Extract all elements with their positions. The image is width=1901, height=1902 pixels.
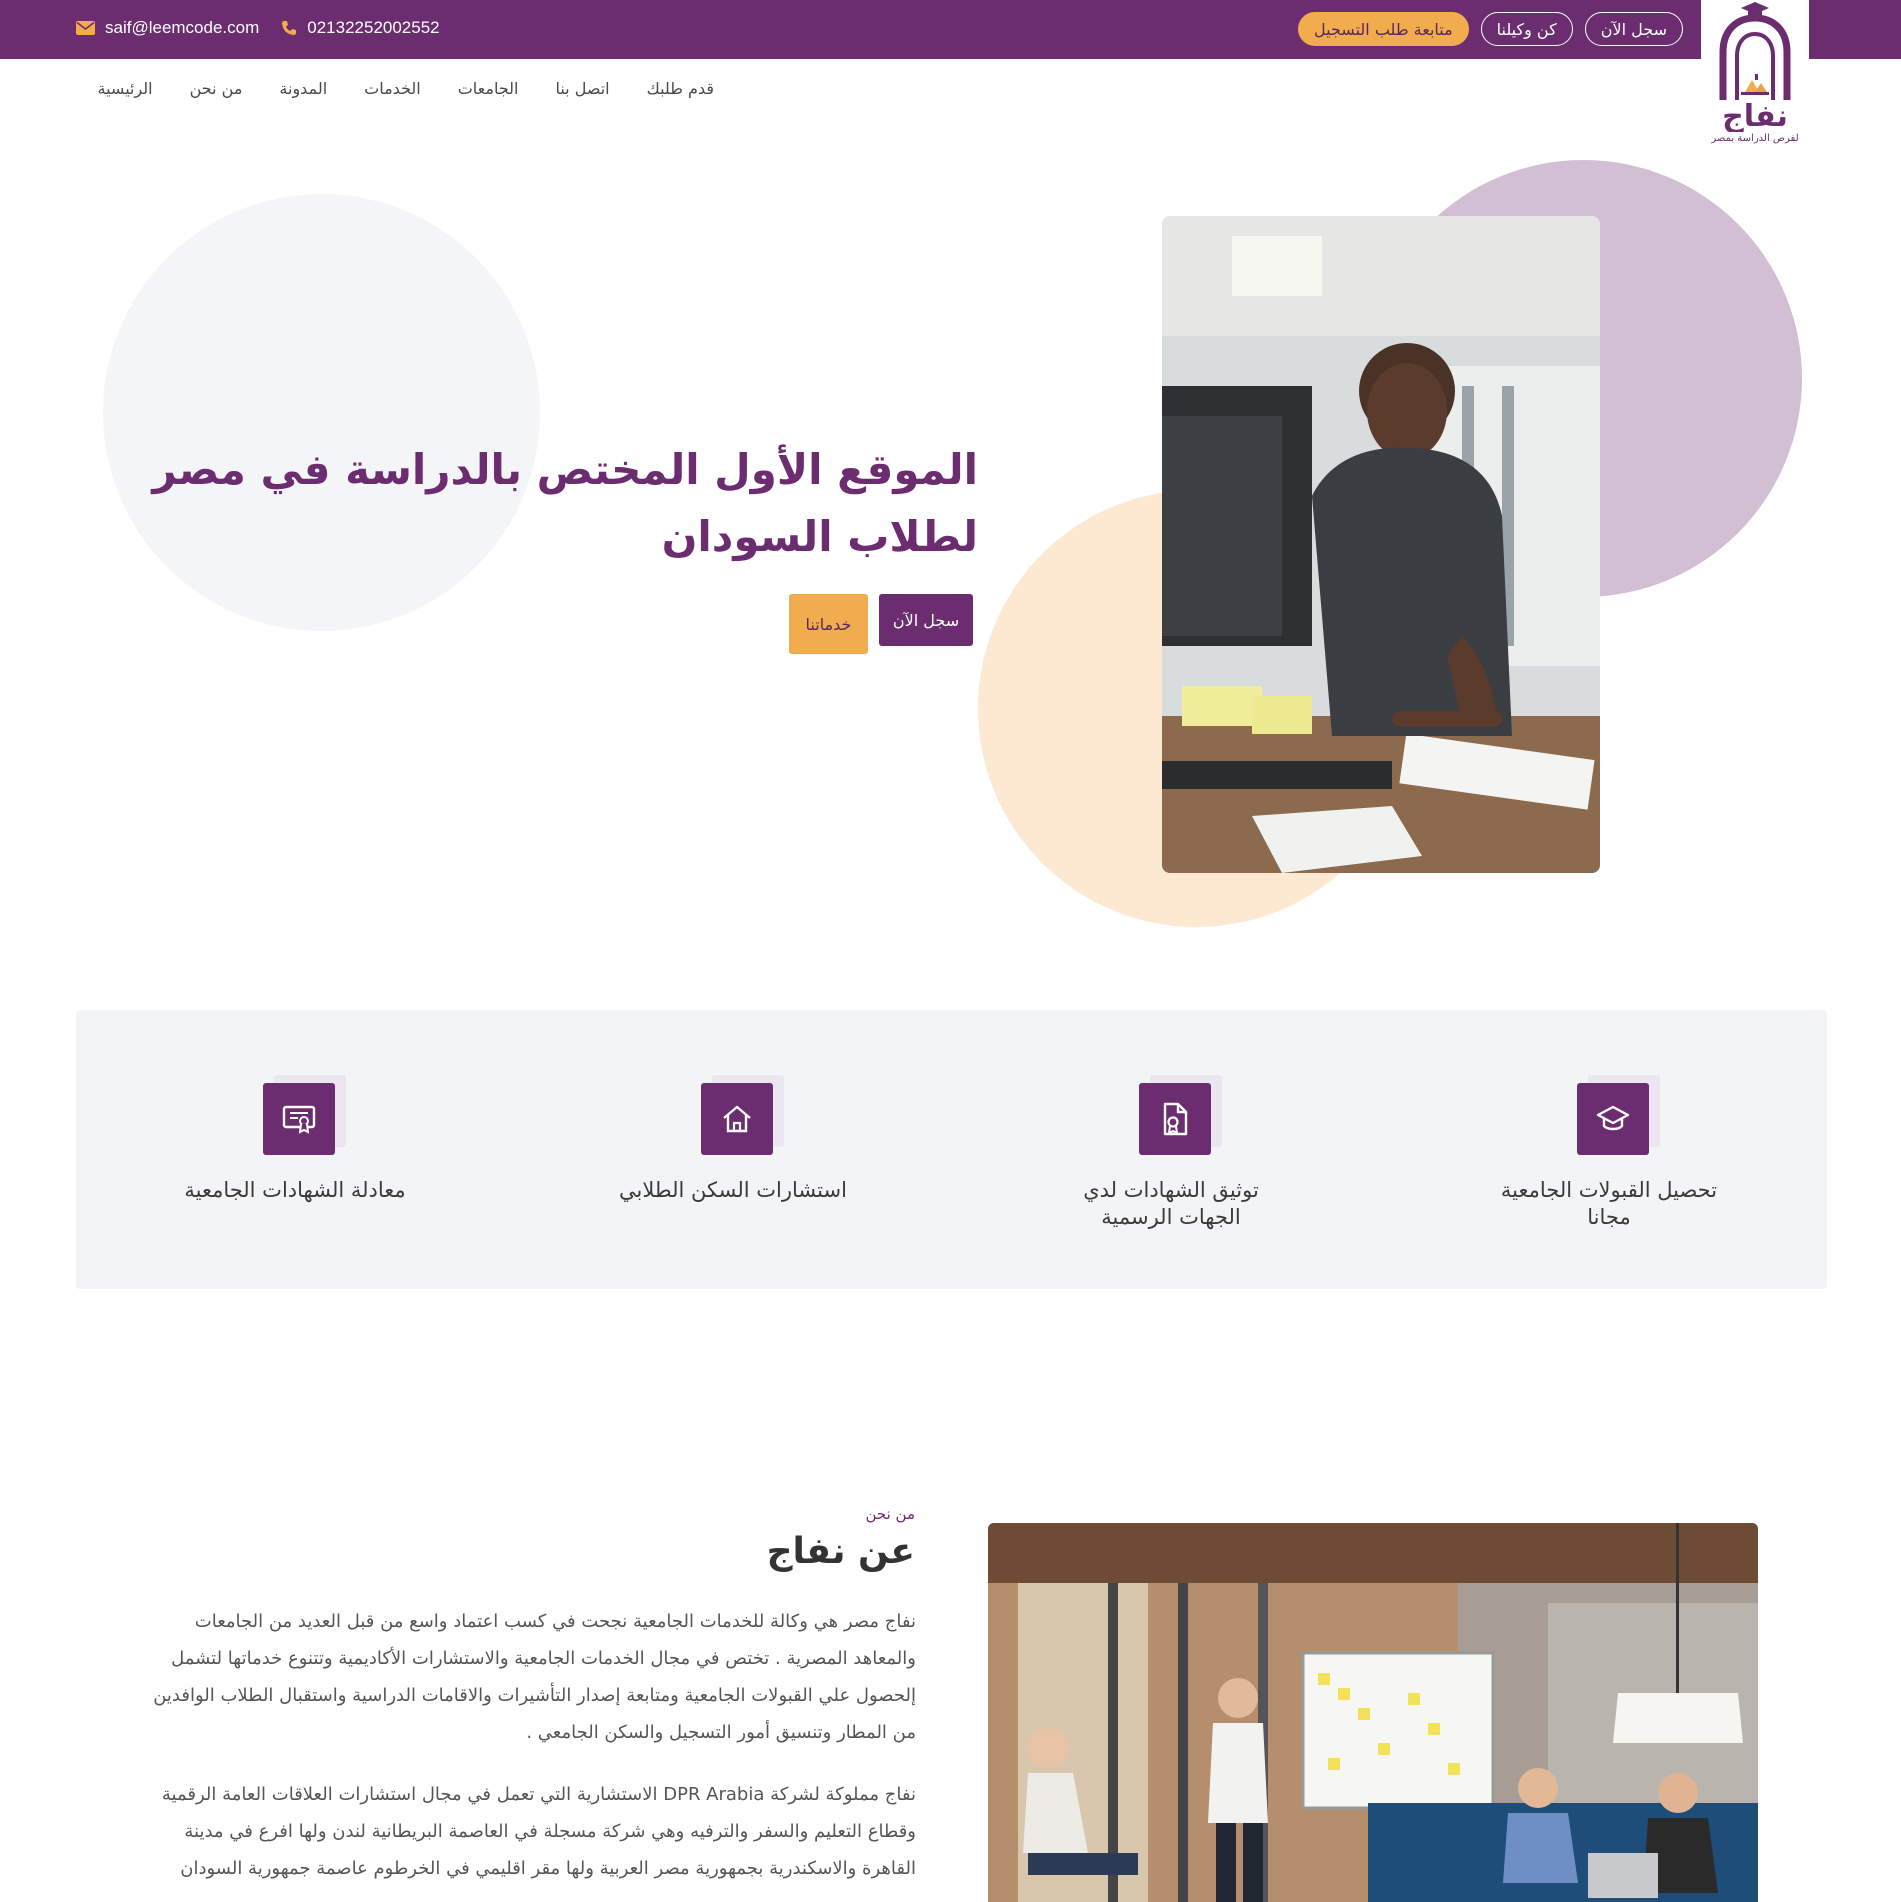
envelope-icon xyxy=(76,21,95,35)
hero-services-button[interactable]: خدماتنا xyxy=(789,594,868,654)
logo-tagline: لفرص الدراسة بمصر xyxy=(1711,133,1799,144)
become-agent-button[interactable]: كن وكيلنا xyxy=(1480,12,1573,46)
hero-title: الموقع الأول المختص بالدراسة في مصر لطلا… xyxy=(152,445,978,561)
services-section: تحصيل القبولات الجامعية مجانا توثيق الشه… xyxy=(76,1010,1827,1289)
service-title: معادلة الشهادات الجامعية xyxy=(184,1178,406,1202)
phone-contact[interactable]: 02132252002552 xyxy=(281,18,440,38)
about-paragraph: نفاج مصر هي وكالة للخدمات الجامعية نجحت … xyxy=(153,1611,916,1743)
track-application-button[interactable]: متابعة طلب التسجيل xyxy=(1298,12,1469,46)
document-badge-icon xyxy=(1139,1083,1211,1155)
nav-item-blog[interactable]: المدونة xyxy=(279,79,327,98)
home-icon xyxy=(701,1083,773,1155)
nav-item-home[interactable]: الرئيسية xyxy=(98,79,153,98)
hero-buttons: سجل الآن خدماتنا xyxy=(789,594,973,654)
email-contact[interactable]: saif@leemcode.com xyxy=(76,18,259,38)
service-title: استشارات السكن الطلابي xyxy=(619,1178,847,1202)
top-actions: سجل الآن كن وكيلنا متابعة طلب التسجيل xyxy=(1298,12,1683,46)
about-title: عن نفاج xyxy=(766,1531,915,1572)
main-nav: الرئيسية من نحن المدونة الخدمات الجامعات… xyxy=(98,79,714,98)
hero-register-button[interactable]: سجل الآن xyxy=(879,594,973,646)
nav-item-apply[interactable]: قدم طلبك xyxy=(647,79,714,98)
nav-item-about[interactable]: من نحن xyxy=(190,79,243,98)
hero-student-photo xyxy=(1162,216,1600,873)
register-now-button[interactable]: سجل الآن xyxy=(1584,12,1683,46)
site-logo[interactable]: نفاج لفرص الدراسة بمصر xyxy=(1701,0,1809,152)
certificate-icon xyxy=(263,1083,335,1155)
logo-emblem-icon: نفاج xyxy=(1719,2,1791,132)
about-kicker: من نحن xyxy=(865,1505,916,1523)
top-bar: saif@leemcode.com 02132252002552 سجل الآ… xyxy=(0,0,1901,59)
about-text: نفاج مصر هي وكالة للخدمات الجامعية نجحت … xyxy=(140,1603,916,1902)
phone-text: 02132252002552 xyxy=(307,18,440,37)
about-paragraph: نفاج مملوكة لشركة DPR Arabia الاستشارية … xyxy=(161,1784,916,1879)
contact-info: saif@leemcode.com 02132252002552 xyxy=(76,0,440,56)
logo-name: نفاج xyxy=(1722,99,1788,132)
email-text: saif@leemcode.com xyxy=(105,18,260,37)
graduation-cap-icon xyxy=(1577,1083,1649,1155)
service-title: توثيق الشهادات لدي الجهات الرسمية xyxy=(1083,1178,1259,1229)
service-title: تحصيل القبولات الجامعية مجانا xyxy=(1500,1178,1718,1229)
phone-icon xyxy=(281,20,297,36)
nav-item-contact[interactable]: اتصل بنا xyxy=(555,79,609,98)
nav-item-services[interactable]: الخدمات xyxy=(364,79,421,98)
about-team-photo xyxy=(988,1523,1758,1902)
nav-item-universities[interactable]: الجامعات xyxy=(458,79,519,98)
